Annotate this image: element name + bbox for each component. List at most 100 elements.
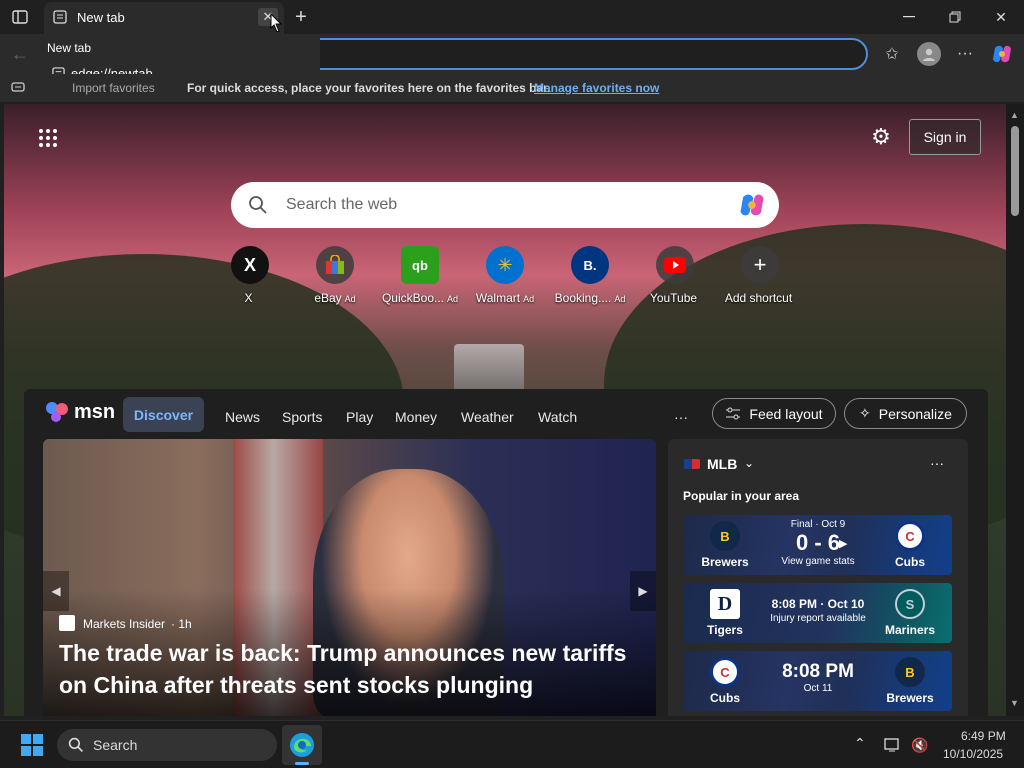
back-icon[interactable]: ←	[8, 42, 32, 66]
taskbar-edge-button[interactable]	[282, 725, 322, 765]
msn-logo[interactable]: msn	[44, 397, 115, 427]
page-scrollbar[interactable]: ▲ ▼	[1006, 104, 1024, 716]
tab-actions-icon[interactable]	[10, 8, 30, 26]
title-bar: New tab ✕ + ✕	[0, 0, 1024, 34]
sign-in-button[interactable]: Sign in	[909, 119, 981, 155]
nav-play[interactable]: Play	[346, 409, 373, 425]
clock-time[interactable]: 6:49 PM	[961, 729, 1006, 743]
personalize-button[interactable]: ✧ Personalize	[844, 398, 967, 429]
add-shortcut-button[interactable]: + Add shortcut	[717, 246, 803, 305]
away-team: Cubs	[895, 555, 925, 569]
game-status: Final · Oct 9	[790, 519, 846, 530]
league-name[interactable]: MLB	[707, 456, 737, 472]
chevron-down-icon[interactable]: ⌄	[744, 456, 754, 470]
sports-card: MLB ⌄ ··· Popular in your area B Brewers…	[668, 439, 968, 716]
tab-title: New tab	[77, 10, 125, 25]
shortcut-x[interactable]: X X	[207, 246, 293, 305]
scroll-up-icon[interactable]: ▲	[1010, 110, 1019, 120]
nav-news[interactable]: News	[225, 409, 260, 425]
booking-logo-icon: B.	[571, 246, 609, 284]
shortcut-walmart[interactable]: ✳ Walmart Ad	[462, 246, 548, 305]
settings-more-icon[interactable]: ···	[953, 42, 977, 66]
nav-watch[interactable]: Watch	[538, 409, 577, 425]
mlb-logo-icon	[684, 459, 700, 469]
shortcut-label: Add shortcut	[724, 291, 793, 305]
shortcut-label: YouTube	[649, 291, 698, 305]
sports-more-icon[interactable]: ···	[930, 455, 944, 471]
msn-brand: msn	[74, 400, 116, 423]
copilot-search-icon[interactable]	[737, 191, 767, 219]
walmart-logo-icon: ✳	[486, 246, 524, 284]
game-card[interactable]: D Tigers 8:08 PM · Oct 10 Injury report …	[683, 583, 952, 643]
shortcut-booking[interactable]: B. Booking.... Ad	[547, 246, 633, 305]
apps-launcher-icon[interactable]	[36, 126, 60, 150]
manage-favorites-link[interactable]: Manage favorites now	[534, 81, 659, 95]
tab-new-tab[interactable]: New tab ✕	[44, 2, 284, 34]
tray-chevron-up-icon[interactable]: ⌃	[854, 735, 866, 752]
nav-money[interactable]: Money	[395, 409, 437, 425]
plus-icon: +	[741, 246, 779, 284]
ebay-logo-icon	[316, 246, 354, 284]
feed-layout-button[interactable]: Feed layout	[712, 398, 836, 429]
nav-discover[interactable]: Discover	[123, 397, 204, 432]
ad-badge: Ad	[447, 294, 459, 304]
msn-feed: msn Discover News Sports Play Money Weat…	[24, 389, 988, 716]
sign-in-label: Sign in	[923, 129, 967, 145]
hover-card-title: New tab	[47, 41, 92, 55]
network-icon[interactable]	[883, 736, 903, 754]
taskbar-search-box[interactable]: Search	[57, 729, 277, 761]
web-search-box[interactable]: Search the web	[231, 182, 779, 228]
newtab-page-icon	[52, 9, 68, 25]
game-card[interactable]: C Cubs 8:08 PM Oct 11 B Brewers	[683, 651, 952, 711]
msn-butterfly-icon	[46, 402, 68, 422]
game-date: Oct 11	[803, 683, 833, 694]
scroll-down-icon[interactable]: ▼	[1010, 698, 1019, 708]
hero-age: · 1h	[171, 617, 192, 631]
shortcut-quickbooks[interactable]: qb QuickBoo... Ad	[377, 246, 463, 305]
taskbar-search-label: Search	[93, 737, 138, 753]
scroll-thumb[interactable]	[1011, 126, 1019, 216]
ad-badge: Ad	[614, 294, 626, 304]
windows-start-icon[interactable]	[20, 733, 44, 757]
import-favorites-link[interactable]: Import favorites	[72, 81, 155, 95]
shortcut-youtube[interactable]: YouTube	[632, 246, 718, 305]
hero-prev-arrow[interactable]: ◀	[43, 571, 69, 611]
shortcut-label: eBay	[314, 291, 342, 305]
favorites-collection-icon[interactable]: ✩	[880, 42, 904, 66]
address-bar[interactable]	[300, 38, 868, 70]
volume-muted-icon[interactable]: 🔇	[910, 736, 930, 754]
brewers-logo: B	[895, 657, 925, 687]
restore-icon[interactable]	[942, 8, 968, 26]
game-link[interactable]: View game stats	[763, 556, 873, 567]
ad-badge: Ad	[523, 294, 535, 304]
nav-weather[interactable]: Weather	[461, 409, 514, 425]
game-time: 8:08 PM	[782, 661, 854, 682]
game-link[interactable]: Injury report available	[758, 613, 878, 624]
mouse-cursor-icon	[270, 12, 284, 33]
sports-subtitle: Popular in your area	[683, 489, 800, 503]
shortcut-label: Walmart	[475, 291, 521, 305]
minimize-icon[interactable]	[896, 8, 922, 26]
nav-sports[interactable]: Sports	[282, 409, 322, 425]
search-placeholder: Search the web	[286, 196, 398, 213]
profile-avatar[interactable]	[917, 42, 941, 66]
game-card[interactable]: B Brewers Final · Oct 9 0 - 6 View game …	[683, 515, 952, 575]
shortcut-ebay[interactable]: eBay Ad	[292, 246, 378, 305]
copilot-icon[interactable]	[990, 42, 1014, 66]
search-icon	[247, 194, 269, 216]
import-favorites-icon[interactable]	[10, 80, 26, 94]
clock-date[interactable]: 10/10/2025	[943, 747, 1003, 761]
background-waterfall	[454, 344, 524, 394]
search-icon	[68, 737, 84, 753]
new-tab-icon[interactable]: +	[290, 6, 312, 28]
close-window-icon[interactable]: ✕	[988, 8, 1014, 26]
hero-article[interactable]: ◀ ▶ Markets Insider · 1h The trade war i…	[43, 439, 656, 716]
shortcut-label: Booking....	[554, 291, 612, 305]
feed-layout-label: Feed layout	[749, 405, 823, 422]
page-settings-gear-icon[interactable]: ⚙	[868, 124, 894, 150]
newtab-page: ⚙ Sign in Search the web X X eBay Ad qb Q…	[4, 104, 1006, 716]
home-team: Brewers	[701, 555, 749, 569]
hero-headline[interactable]: The trade war is back: Trump announces n…	[59, 637, 639, 701]
nav-more-button[interactable]: ···	[674, 409, 688, 425]
hero-next-arrow[interactable]: ▶	[630, 571, 656, 611]
